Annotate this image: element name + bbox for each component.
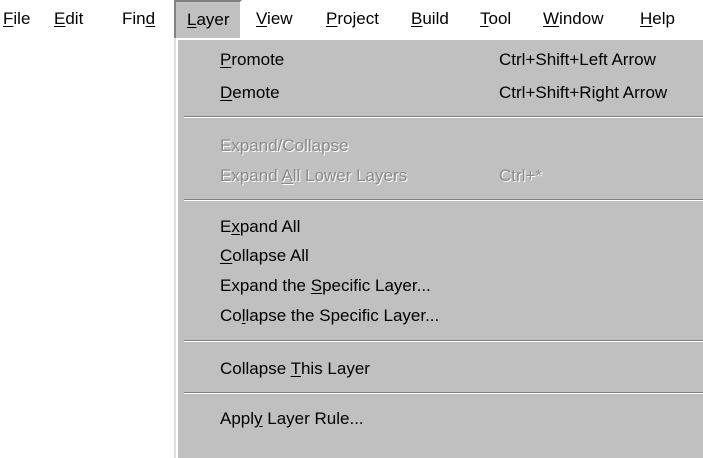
menu-separator [184,116,703,118]
menu-edit[interactable]: Edit [54,0,83,40]
label-pre: Expand/Collapse [220,136,349,155]
menu-build-label-post: uild [422,9,449,28]
menu-item-label: Apply Layer Rule... [220,404,364,433]
label-mnemonic: C [220,246,233,265]
label-pre: Appl [220,409,255,428]
menu-view[interactable]: View [256,0,293,40]
menu-project-label-post: roject [337,9,379,28]
menu-bar: File Edit Find Layer View Project Build … [0,0,703,40]
label-mnemonic: P [220,50,232,69]
menu-layer-label-post: ayer [196,10,230,29]
menu-item-label: Collapse This Layer [220,354,370,383]
menu-item-label: Collapse All [220,241,309,270]
menu-build-mnemonic: B [411,9,423,28]
menu-item-shortcut: Ctrl+* [499,166,542,185]
menu-help-mnemonic: H [640,9,653,28]
menu-file-label-post: ile [13,9,31,28]
menu-item-label: Demote [220,78,280,107]
menu-edit-mnemonic: E [54,9,66,28]
menu-separator [184,340,703,342]
menu-item-expand-specific-layer[interactable]: Expand the Specific Layer... [178,271,703,300]
menu-item-collapse-all[interactable]: Collapse All [178,241,703,270]
menu-item-label: Expand/Collapse [220,131,349,160]
menu-view-label-post: iew [267,9,293,28]
label-post: emote [232,83,280,102]
label-pre: Co [220,306,242,325]
menu-tool[interactable]: Tool [480,0,511,40]
label-post: ll Lower Layers [292,166,408,185]
menu-item-label: Expand All [220,212,300,241]
layer-dropdown-menu: Promote Ctrl+Shift+Left Arrow Demote Ctr… [176,38,703,458]
menu-build[interactable]: Build [411,0,449,40]
label-pre: Expand [220,166,282,185]
label-mnemonic: D [220,83,233,102]
menu-find-label-pre: Fin [122,9,146,28]
menu-item-promote[interactable]: Promote Ctrl+Shift+Left Arrow [178,45,703,74]
label-pre: Expand the [220,276,311,295]
menu-item-expand-all[interactable]: Expand All [178,212,703,241]
menu-item-expand-all-lower-layers: Expand All Lower Layers Ctrl+* [178,161,703,190]
menu-tool-mnemonic: T [480,9,489,28]
menu-item-label: Expand All Lower Layers [220,161,407,190]
label-post: lapse the Specific Layer... [245,306,440,325]
label-mnemonic: x [231,217,240,236]
menu-window-mnemonic: W [543,9,560,28]
label-pre: E [220,217,232,236]
label-post: Layer Rule... [262,409,364,428]
menu-help-label-post: elp [652,9,675,28]
label-mnemonic: y [254,409,263,428]
label-pre: Collapse [220,359,291,378]
menu-separator [184,199,703,201]
menu-window[interactable]: Window [543,0,603,40]
label-post: ollapse All [232,246,309,265]
label-mnemonic: T [290,359,301,378]
menu-find-mnemonic: d [145,9,156,28]
label-post: romote [231,50,285,69]
menu-item-demote[interactable]: Demote Ctrl+Shift+Right Arrow [178,78,703,107]
label-post: pecific Layer... [322,276,431,295]
menu-item-shortcut: Ctrl+Shift+Left Arrow [499,50,656,69]
menu-item-label: Promote [220,45,284,74]
menu-file[interactable]: File [3,0,30,40]
menu-layer[interactable]: Layer [174,0,242,40]
label-mnemonic: A [281,166,293,185]
label-mnemonic: S [310,276,323,295]
menu-tool-label-post: ool [488,9,512,28]
menu-file-mnemonic: F [3,9,14,28]
menu-view-mnemonic: V [256,9,268,28]
label-post: pand All [239,217,301,236]
menu-item-label: Expand the Specific Layer... [220,271,431,300]
menu-project-mnemonic: P [326,9,338,28]
label-post: his Layer [300,359,370,378]
menu-item-collapse-this-layer[interactable]: Collapse This Layer [178,354,703,383]
menu-project[interactable]: Project [326,0,379,40]
menu-separator [184,392,703,394]
menu-find[interactable]: Find [122,0,155,40]
menu-edit-label-post: dit [65,9,84,28]
menu-item-apply-layer-rule[interactable]: Apply Layer Rule... [178,404,703,433]
menu-item-shortcut: Ctrl+Shift+Right Arrow [499,83,668,102]
menu-item-expand-collapse: Expand/Collapse [178,131,703,160]
menu-item-label: Collapse the Specific Layer... [220,301,439,330]
menu-item-collapse-specific-layer[interactable]: Collapse the Specific Layer... [178,301,703,330]
menu-help[interactable]: Help [640,0,675,40]
menu-window-label-post: indow [559,9,604,28]
